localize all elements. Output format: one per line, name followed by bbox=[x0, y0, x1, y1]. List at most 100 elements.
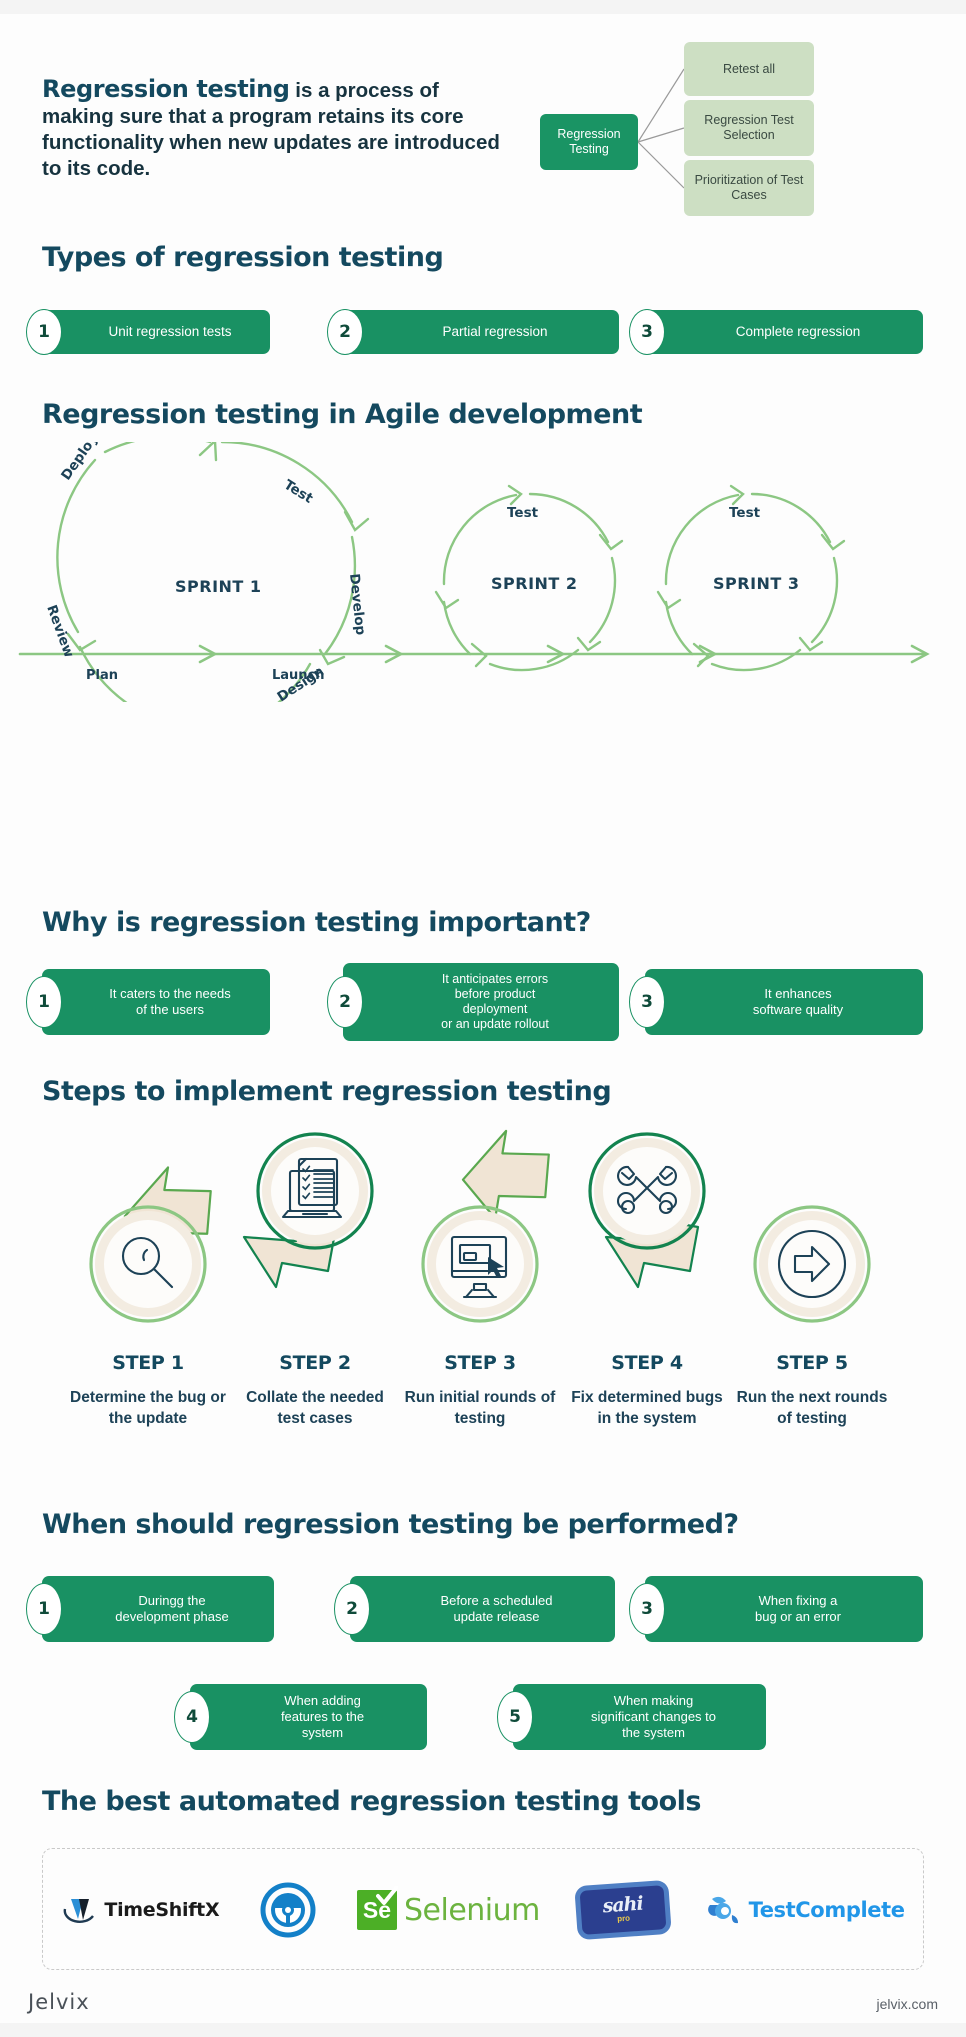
type-pill-1: 1 Unit regression tests bbox=[26, 309, 270, 355]
when-pill-3: 3 When fixing a bug or an error bbox=[629, 1576, 923, 1642]
sprint-1-phase-deploy: Deploy bbox=[58, 442, 101, 483]
step-3-circle bbox=[421, 1205, 539, 1323]
tree-leaf-regression-test-selection: Regression Test Selection bbox=[684, 100, 814, 156]
tree-root-node: Regression Testing bbox=[540, 114, 638, 170]
sprint-3-name: SPRINT 3 bbox=[713, 574, 800, 593]
tool-steering-wheel[interactable] bbox=[260, 1882, 316, 1938]
step-2-circle bbox=[256, 1132, 374, 1250]
step-1-title: STEP 1 bbox=[112, 1352, 184, 1374]
when-pill-3-number: 3 bbox=[629, 1583, 665, 1635]
when-pill-2: 2 Before a scheduled update release bbox=[334, 1576, 615, 1642]
brand-logo[interactable]: Jelvix bbox=[28, 1990, 90, 2014]
when-pill-1-label: Duringg the development phase bbox=[115, 1593, 229, 1624]
step-col-1: STEP 1 Determine the bug or the update bbox=[65, 1352, 231, 1429]
step-2-title: STEP 2 bbox=[279, 1352, 351, 1374]
regression-types-tree: Regression Testing Retest all Regression… bbox=[540, 38, 950, 218]
when-pill-1-number: 1 bbox=[26, 1583, 62, 1635]
why-pill-3-label: It enhances software quality bbox=[752, 986, 844, 1017]
when-pill-1: 1 Duringg the development phase bbox=[26, 1576, 274, 1642]
step-col-4: STEP 4 Fix determined bugs in the system bbox=[564, 1352, 730, 1429]
step-5-circle bbox=[753, 1205, 871, 1323]
tools-row: TimeShiftX Se Selenium sahi pro TestComp… bbox=[43, 1849, 925, 1971]
baseline-label-launch: Launch bbox=[272, 668, 325, 683]
tool-timeshiftx[interactable]: TimeShiftX bbox=[63, 1895, 220, 1925]
tool-sahi-pro[interactable]: sahi pro bbox=[579, 1885, 667, 1935]
sprint-3-phase-test: Test bbox=[729, 505, 761, 521]
sahi-pro-badge: sahi pro bbox=[579, 1885, 667, 1935]
step-col-3: STEP 3 Run initial rounds of testing bbox=[397, 1352, 563, 1429]
top-bar bbox=[0, 0, 966, 14]
agile-sprint-diagram: .ag{fill:none;stroke:#8cc783;stroke-widt… bbox=[0, 431, 966, 744]
intro-paragraph: Regression testing is a process of makin… bbox=[42, 76, 512, 182]
type-pill-2-number: 2 bbox=[327, 309, 363, 355]
timeshiftx-icon bbox=[64, 1899, 95, 1923]
timeshiftx-label: TimeShiftX bbox=[104, 1899, 220, 1921]
sprint-2-phase-test: Test bbox=[507, 505, 539, 521]
when-pill-3-label: When fixing a bug or an error bbox=[755, 1593, 841, 1624]
baseline-label-plan: Plan bbox=[86, 668, 118, 683]
testcomplete-label: TestComplete bbox=[748, 1898, 905, 1922]
when-pill-2-number: 2 bbox=[334, 1583, 370, 1635]
why-pill-2-number: 2 bbox=[327, 976, 363, 1028]
step-4-title: STEP 4 bbox=[611, 1352, 683, 1374]
selenium-mark: Se bbox=[357, 1886, 398, 1930]
step-5-desc: Run the next rounds of testing bbox=[736, 1389, 888, 1427]
tool-selenium[interactable]: Se Selenium bbox=[357, 1886, 540, 1930]
heading-agile: Regression testing in Agile development bbox=[42, 399, 643, 430]
when-pill-4: 4 When adding features to the system bbox=[174, 1684, 427, 1750]
type-pill-3: 3 Complete regression bbox=[629, 309, 923, 355]
when-pill-5: 5 When making significant changes to the… bbox=[497, 1684, 766, 1750]
sprint-2-name: SPRINT 2 bbox=[491, 574, 578, 593]
why-pill-1-label: It caters to the needs of the users bbox=[109, 986, 231, 1017]
step-col-2: STEP 2 Collate the needed test cases bbox=[232, 1352, 398, 1429]
testcomplete-icon bbox=[707, 1896, 738, 1924]
when-pill-4-number: 4 bbox=[174, 1691, 210, 1743]
step-4-circle bbox=[588, 1132, 706, 1250]
infographic-page: Regression testing is a process of makin… bbox=[0, 14, 966, 2023]
steps-svg: .cream{fill:#f3ece1;} .ringA{fill:none;s… bbox=[89, 1129, 871, 1323]
step-3-title: STEP 3 bbox=[444, 1352, 516, 1374]
sprint-1-phase-develop: Develop bbox=[346, 573, 368, 637]
sprint-cycles-svg: .ag{fill:none;stroke:#8cc783;stroke-widt… bbox=[18, 431, 930, 744]
selenium-check-icon bbox=[376, 1886, 398, 1905]
when-pill-5-number: 5 bbox=[497, 1691, 533, 1743]
why-pill-3: 3 It enhances software quality bbox=[629, 969, 923, 1035]
type-pill-2: 2 Partial regression bbox=[327, 309, 619, 355]
type-pill-3-number: 3 bbox=[629, 309, 665, 355]
steps-diagram: .cream{fill:#f3ece1;} .ringA{fill:none;s… bbox=[0, 1119, 966, 1359]
steering-wheel-icon bbox=[260, 1882, 316, 1938]
sprint-1-name: SPRINT 1 bbox=[175, 577, 262, 596]
footer: Jelvix jelvix.com bbox=[0, 1980, 966, 2030]
heading-when: When should regression testing be perfor… bbox=[42, 1509, 739, 1540]
sahi-sub-label: pro bbox=[616, 1913, 631, 1924]
step-1-desc: Determine the bug or the update bbox=[70, 1389, 226, 1427]
intro-lead: Regression testing bbox=[42, 75, 290, 103]
sprint-1-phase-review: Review bbox=[43, 603, 77, 660]
when-pill-4-label: When adding features to the system bbox=[280, 1693, 365, 1740]
why-pill-2: 2 It anticipates errors before product d… bbox=[327, 963, 619, 1041]
why-pill-1: 1 It caters to the needs of the users bbox=[26, 969, 270, 1035]
heading-why: Why is regression testing important? bbox=[42, 907, 591, 938]
tools-box: TimeShiftX Se Selenium sahi pro TestComp… bbox=[42, 1848, 924, 1970]
type-pill-1-number: 1 bbox=[26, 309, 62, 355]
heading-steps: Steps to implement regression testing bbox=[42, 1076, 612, 1107]
tool-testcomplete[interactable]: TestComplete bbox=[706, 1893, 905, 1927]
why-pill-3-number: 3 bbox=[629, 976, 665, 1028]
site-url[interactable]: jelvix.com bbox=[877, 1996, 938, 2012]
step-4-desc: Fix determined bugs in the system bbox=[571, 1389, 723, 1427]
selenium-label: Selenium bbox=[404, 1892, 540, 1928]
heading-tools: The best automated regression testing to… bbox=[42, 1786, 701, 1817]
sahi-label: sahi bbox=[601, 1892, 644, 1918]
when-pill-5-label: When making significant changes to the s… bbox=[590, 1693, 717, 1740]
step-3-desc: Run initial rounds of testing bbox=[404, 1389, 556, 1427]
step-5-title: STEP 5 bbox=[776, 1352, 848, 1374]
type-pill-2-label: Partial regression bbox=[442, 324, 548, 339]
heading-types: Types of regression testing bbox=[42, 242, 444, 273]
why-pill-1-number: 1 bbox=[26, 976, 62, 1028]
why-pill-2-label: It anticipates errors before product dep… bbox=[441, 972, 549, 1031]
when-pill-2-label: Before a scheduled update release bbox=[440, 1593, 553, 1624]
sprint-1-phase-test: Test bbox=[281, 477, 316, 507]
step-2-desc: Collate the needed test cases bbox=[246, 1389, 384, 1427]
tree-leaf-prioritization-of-test-cases: Prioritization of Test Cases bbox=[684, 160, 814, 216]
type-pill-3-label: Complete regression bbox=[735, 324, 861, 339]
